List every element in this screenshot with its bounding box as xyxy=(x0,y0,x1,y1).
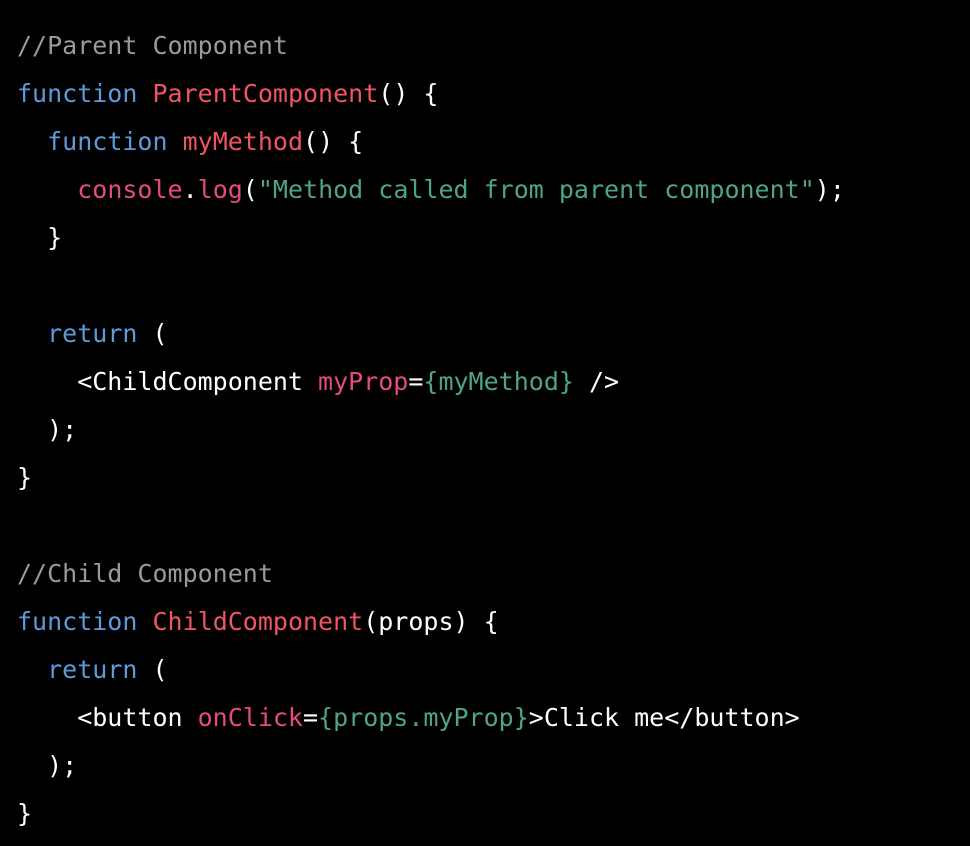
code-line: <button onClick={props.myProp}>Click me<… xyxy=(17,694,970,742)
code-lines: //Parent Component function ParentCompone… xyxy=(17,22,970,838)
code-token-keyword: function xyxy=(17,607,138,636)
code-token-function-name: myMethod xyxy=(182,127,304,156)
code-line: ); xyxy=(17,406,970,454)
code-token-plain: . xyxy=(182,175,198,204)
code-line: console.log("Method called from parent c… xyxy=(17,166,970,214)
code-line: //Child Component xyxy=(17,550,970,598)
code-line: } xyxy=(17,790,970,838)
code-token-comment: //Parent Component xyxy=(17,31,288,60)
code-token-plain: () { xyxy=(303,127,364,156)
code-token-plain: ); xyxy=(814,175,845,204)
code-token-plain: /> xyxy=(573,367,620,396)
code-line: return ( xyxy=(17,310,970,358)
code-token-plain: ( xyxy=(137,319,168,348)
code-token-plain: = xyxy=(408,367,424,396)
code-token-string: {myMethod} xyxy=(423,367,574,396)
code-line: function myMethod() { xyxy=(17,118,970,166)
code-token-comment: //Child Component xyxy=(17,559,273,588)
code-line: <ChildComponent myProp={myMethod} /> xyxy=(17,358,970,406)
code-token-plain: = xyxy=(302,703,319,732)
code-line: function ChildComponent(props) { xyxy=(17,598,970,646)
code-token-string: "Method called from parent component" xyxy=(257,175,815,204)
code-token-plain: <button xyxy=(17,703,198,732)
code-token-keyword: function xyxy=(17,79,138,108)
code-token-function-name: ChildComponent xyxy=(152,607,364,636)
code-token-keyword: return xyxy=(47,655,138,684)
code-token-plain: (props) { xyxy=(363,607,499,636)
code-token-builtin: myProp xyxy=(318,367,409,396)
code-line: ); xyxy=(17,742,970,790)
code-token-plain: <ChildComponent xyxy=(17,367,319,396)
code-token-builtin: log xyxy=(197,175,243,204)
code-line: } xyxy=(17,214,970,262)
code-token-plain: } xyxy=(17,799,33,828)
code-token-plain: } xyxy=(17,223,63,252)
code-line: function ParentComponent() { xyxy=(17,70,970,118)
code-token-plain: } xyxy=(17,463,33,492)
code-token-plain: ); xyxy=(17,751,78,780)
code-block: //Parent Component function ParentCompone… xyxy=(0,0,970,846)
code-token-builtin: console xyxy=(77,175,183,204)
code-token-function-name: ParentComponent xyxy=(152,79,379,108)
code-token-keyword: return xyxy=(47,319,138,348)
code-line: //Parent Component xyxy=(17,22,970,70)
code-line: return ( xyxy=(17,646,970,694)
code-token-keyword: function xyxy=(47,127,168,156)
code-token-plain: ); xyxy=(17,415,78,444)
code-token-plain: >Click me</button> xyxy=(528,703,800,732)
code-token-plain: ( xyxy=(242,175,258,204)
code-token-plain: () { xyxy=(378,79,439,108)
code-line: } xyxy=(17,454,970,502)
code-token-string: {props.myProp} xyxy=(318,703,529,732)
code-token-builtin: onClick xyxy=(197,703,303,732)
code-token-plain: ( xyxy=(137,655,168,684)
